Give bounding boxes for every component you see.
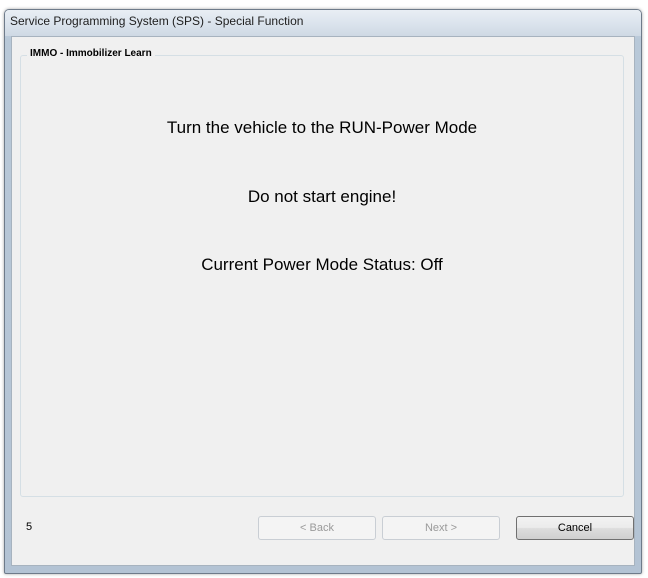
dialog-client-area: IMMO - Immobilizer Learn Turn the vehicl… <box>11 36 635 566</box>
title-bar[interactable]: Service Programming System (SPS) - Speci… <box>5 10 641 36</box>
step-number: 5 <box>26 521 33 533</box>
power-mode-status-text: Current Power Mode Status: Off <box>201 255 443 274</box>
immobilizer-learn-group: IMMO - Immobilizer Learn Turn the vehicl… <box>20 48 624 497</box>
warning-text: Do not start engine! <box>247 187 397 206</box>
group-legend: IMMO - Immobilizer Learn <box>27 48 155 59</box>
next-button[interactable]: Next > <box>382 516 500 540</box>
cancel-button[interactable]: Cancel <box>516 516 634 540</box>
sps-window: Service Programming System (SPS) - Speci… <box>4 9 642 574</box>
window-title: Service Programming System (SPS) - Speci… <box>10 14 304 28</box>
instruction-text: Turn the vehicle to the RUN-Power Mode <box>166 118 478 137</box>
back-button[interactable]: < Back <box>258 516 376 540</box>
